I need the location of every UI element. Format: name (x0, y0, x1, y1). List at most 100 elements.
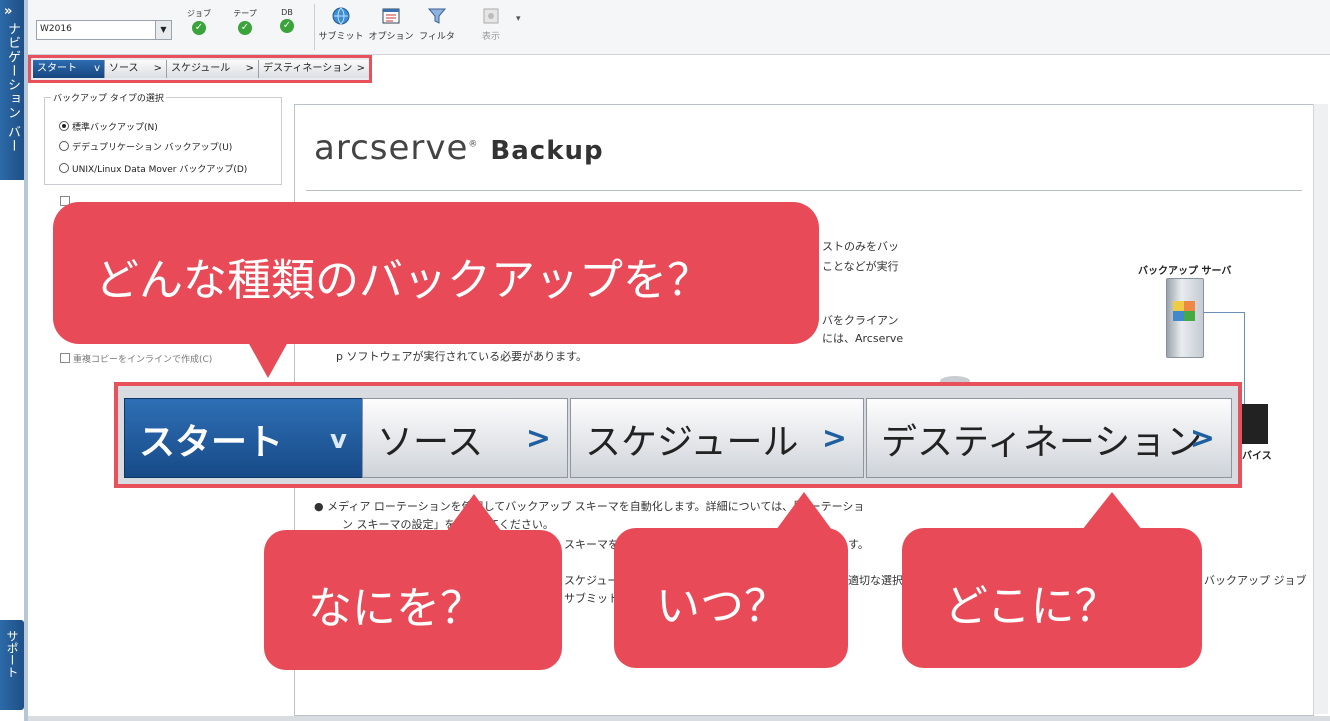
radio-unix-backup[interactable]: UNIX/Linux Data Mover バックアップ(D) (59, 162, 247, 175)
bullet-text: す。 (848, 538, 869, 551)
zoom-step-label: デスティネーション (881, 422, 1203, 463)
chevron-right-icon: > (1189, 421, 1215, 456)
filter-icon (427, 8, 447, 24)
chevron-down-icon: v (94, 63, 100, 74)
toolbar-more-icon[interactable]: ▾ (516, 14, 521, 24)
tape-status-label: テープ (233, 9, 257, 18)
callout-pointer (248, 342, 288, 378)
breadcrumb-step-label: デスティネーション (263, 63, 353, 74)
support-bar-label: サポート (5, 630, 19, 678)
submit-label: サブミット (318, 32, 364, 42)
filter-button[interactable]: フィルタ (414, 6, 460, 42)
zoomed-breadcrumb: スタート v ソース > スケジュール > デスティネーション > (114, 382, 1242, 488)
radio-icon (59, 163, 69, 173)
expand-chevron-icon[interactable]: » (4, 4, 12, 19)
bullet-text: サブミット (564, 592, 619, 605)
server-select[interactable]: W2016 ▼ (36, 20, 172, 40)
radio-label: デデュプリケーション バックアップ(U) (72, 143, 233, 153)
view-button[interactable]: 表示 (468, 6, 514, 42)
description-text: ストのみをバッ (822, 240, 899, 253)
view-icon (483, 8, 499, 24)
db-status: DB ✓ (272, 8, 302, 33)
radio-label: 標準バックアップ(N) (72, 123, 158, 133)
breadcrumb-step-start[interactable]: スタート v (33, 60, 105, 78)
description-text: には、Arcserve (822, 332, 904, 345)
chevron-right-icon: > (356, 63, 365, 74)
server-logo-icon (1173, 301, 1195, 321)
callout-text: どんな種類のバックアップを？ (95, 255, 711, 306)
zoom-step-start[interactable]: スタート v (124, 398, 364, 478)
callout-pointer (1082, 492, 1142, 530)
chevron-right-icon: > (245, 63, 254, 74)
navigation-bar-label: ナビゲーション バー (5, 22, 20, 154)
bullet-text: スケジュー (564, 574, 619, 587)
callout-text: なにを？ (308, 583, 484, 634)
breadcrumb-step-label: ソース (109, 63, 139, 74)
options-button[interactable]: オプション (368, 6, 414, 42)
chevron-down-icon[interactable]: ▼ (155, 21, 171, 39)
brand-name: arcserve (314, 128, 469, 168)
options-icon (382, 8, 400, 24)
breadcrumb: スタート v ソース > スケジュール > デスティネーション > (28, 55, 372, 83)
check-icon: ✓ (238, 21, 252, 35)
left-divider (24, 0, 28, 721)
callout-what: なにを？ (264, 530, 562, 670)
checkbox-icon (60, 353, 70, 363)
callout-backup-type: どんな種類のバックアップを？ (53, 202, 819, 344)
radio-dedup-backup[interactable]: デデュプリケーション バックアップ(U) (59, 140, 232, 153)
bullet-text: 適切な選択 (848, 574, 903, 587)
toolbar (28, 0, 1330, 55)
zoom-step-destination[interactable]: デスティネーション > (866, 398, 1232, 478)
support-bar[interactable]: サポート (0, 620, 24, 710)
scrollbar[interactable] (1313, 104, 1328, 714)
tape-status: テープ ✓ (230, 8, 260, 35)
callout-pointer (776, 492, 832, 530)
radio-selected-icon (59, 121, 69, 131)
description-text: ことなどが実行 (822, 260, 899, 273)
breadcrumb-step-destination[interactable]: デスティネーション > (259, 60, 369, 78)
description-text: バをクライアン (822, 314, 899, 327)
zoom-step-label: スケジュール (585, 422, 799, 463)
chevron-down-icon: v (330, 425, 347, 455)
zoom-step-schedule[interactable]: スケジュール > (570, 398, 864, 478)
options-label: オプション (368, 32, 414, 42)
breadcrumb-step-schedule[interactable]: スケジュール > (167, 60, 259, 78)
radio-label: UNIX/Linux Data Mover バックアップ(D) (72, 165, 248, 175)
zoom-step-label: スタート (139, 422, 284, 463)
db-status-label: DB (281, 8, 293, 17)
divider (306, 190, 1302, 191)
server-select-value: W2016 (40, 24, 72, 34)
product-name: Backup (490, 136, 604, 166)
device-label: バイス (1242, 451, 1272, 462)
bullet-text: スキーマを (564, 538, 619, 551)
callout-text: どこに？ (944, 581, 1119, 632)
inline-copy-checkbox[interactable]: 重複コピーをインラインで作成(C) (60, 352, 212, 365)
callout-when: いつ？ (614, 528, 848, 668)
check-icon: ✓ (280, 19, 294, 33)
breadcrumb-step-source[interactable]: ソース > (105, 60, 167, 78)
inline-copy-label: 重複コピーをインラインで作成(C) (73, 355, 213, 365)
arcserve-logo: arcserve® Backup (314, 128, 604, 168)
backup-type-panel: バックアップ タイプの選択 標準バックアップ(N) デデュプリケーション バック… (44, 91, 282, 185)
callout-where: どこに？ (902, 528, 1202, 668)
submit-button[interactable]: サブミット (318, 6, 364, 42)
chevron-right-icon: > (821, 421, 847, 456)
description-text: p ソフトウェアが実行されている必要があります。 (336, 350, 588, 363)
bullet-text: バックアップ ジョブ (1204, 574, 1307, 587)
radio-standard-backup[interactable]: 標準バックアップ(N) (59, 120, 158, 133)
view-label: 表示 (481, 32, 500, 42)
zoom-step-label: ソース (377, 422, 484, 463)
server-label: バックアップ サーバ (1138, 266, 1232, 277)
filter-label: フィルタ (419, 32, 455, 42)
callout-text: いつ？ (656, 581, 788, 632)
chevron-right-icon: > (153, 63, 162, 74)
backup-type-legend: バックアップ タイプの選択 (51, 91, 166, 104)
callout-pointer (446, 494, 502, 532)
job-status-label: ジョブ (187, 9, 211, 18)
toolbar-divider (314, 4, 315, 50)
check-icon: ✓ (192, 21, 206, 35)
bottom-border (28, 716, 1330, 721)
registered-mark: ® (468, 139, 479, 150)
zoom-step-source[interactable]: ソース > (362, 398, 568, 478)
navigation-bar[interactable]: » ナビゲーション バー (0, 0, 25, 180)
